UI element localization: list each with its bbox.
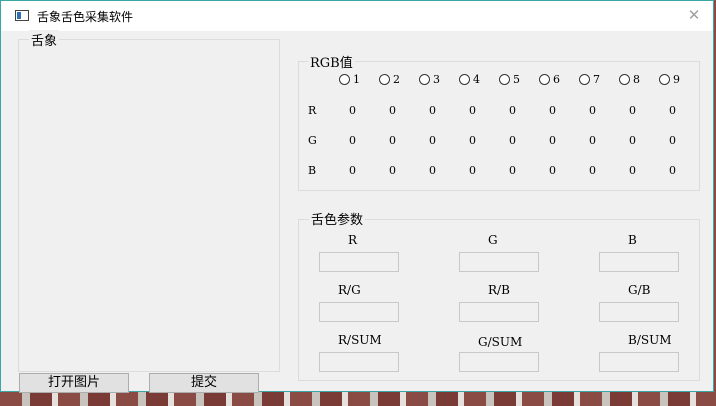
sample-radio-1[interactable]: 1 bbox=[339, 73, 360, 86]
desktop-background bbox=[0, 392, 716, 406]
rgb-value-b-5: 0 bbox=[509, 164, 516, 177]
rgb-group-title: RGB值 bbox=[308, 52, 355, 71]
rgb-row-label-g: G bbox=[308, 134, 317, 147]
title-bar[interactable]: 舌象舌色采集软件 ✕ bbox=[1, 1, 713, 31]
param-label-r: R bbox=[348, 233, 358, 247]
rgb-value-g-6: 0 bbox=[549, 134, 556, 147]
tongue-group-title: 舌象 bbox=[29, 30, 60, 49]
rgb-row-label-b: B bbox=[308, 164, 317, 177]
sample-radio-6[interactable]: 6 bbox=[539, 73, 560, 86]
param-label-g: G bbox=[488, 233, 498, 247]
sample-radio-4[interactable]: 4 bbox=[459, 73, 480, 86]
params-group-title: 舌色参数 bbox=[309, 209, 366, 228]
rgb-value-g-3: 0 bbox=[429, 134, 436, 147]
radio-circle-icon bbox=[419, 74, 430, 85]
rgb-value-r-4: 0 bbox=[469, 104, 476, 117]
window-title: 舌象舌色采集软件 bbox=[37, 10, 134, 24]
app-window-icon bbox=[15, 10, 29, 21]
rgb-value-b-7: 0 bbox=[589, 164, 596, 177]
param-label-r-b: R/B bbox=[488, 283, 510, 297]
rgb-value-g-7: 0 bbox=[589, 134, 596, 147]
rgb-value-r-8: 0 bbox=[629, 104, 636, 117]
param-field-b-sum[interactable] bbox=[599, 352, 679, 372]
param-label-g-sum: G/SUM bbox=[478, 335, 523, 349]
radio-label: 4 bbox=[473, 73, 480, 86]
sample-radio-7[interactable]: 7 bbox=[579, 73, 600, 86]
sample-radio-3[interactable]: 3 bbox=[419, 73, 440, 86]
param-field-g[interactable] bbox=[459, 252, 539, 272]
rgb-value-r-1: 0 bbox=[349, 104, 356, 117]
sample-radio-9[interactable]: 9 bbox=[659, 73, 680, 86]
radio-label: 8 bbox=[633, 73, 640, 86]
rgb-value-b-4: 0 bbox=[469, 164, 476, 177]
param-field-r[interactable] bbox=[319, 252, 399, 272]
param-field-b[interactable] bbox=[599, 252, 679, 272]
rgb-value-b-9: 0 bbox=[669, 164, 676, 177]
radio-label: 2 bbox=[393, 73, 400, 86]
param-field-r-sum[interactable] bbox=[319, 352, 399, 372]
param-field-r-g[interactable] bbox=[319, 302, 399, 322]
rgb-value-g-5: 0 bbox=[509, 134, 516, 147]
rgb-value-g-8: 0 bbox=[629, 134, 636, 147]
param-field-g-b[interactable] bbox=[599, 302, 679, 322]
param-label-r-g: R/G bbox=[338, 283, 361, 297]
radio-circle-icon bbox=[459, 74, 470, 85]
rgb-value-g-1: 0 bbox=[349, 134, 356, 147]
submit-button[interactable]: 提交 bbox=[149, 373, 259, 393]
rgb-value-b-1: 0 bbox=[349, 164, 356, 177]
radio-label: 9 bbox=[673, 73, 680, 86]
sample-radio-8[interactable]: 8 bbox=[619, 73, 640, 86]
rgb-value-r-3: 0 bbox=[429, 104, 436, 117]
rgb-value-g-9: 0 bbox=[669, 134, 676, 147]
rgb-value-r-5: 0 bbox=[509, 104, 516, 117]
rgb-value-r-7: 0 bbox=[589, 104, 596, 117]
open-image-button[interactable]: 打开图片 bbox=[19, 373, 129, 393]
sample-radio-5[interactable]: 5 bbox=[499, 73, 520, 86]
close-icon[interactable]: ✕ bbox=[685, 6, 703, 24]
rgb-value-b-2: 0 bbox=[389, 164, 396, 177]
radio-circle-icon bbox=[659, 74, 670, 85]
param-label-b-sum: B/SUM bbox=[628, 333, 672, 347]
rgb-value-b-8: 0 bbox=[629, 164, 636, 177]
rgb-value-r-9: 0 bbox=[669, 104, 676, 117]
sample-radio-2[interactable]: 2 bbox=[379, 73, 400, 86]
rgb-value-r-2: 0 bbox=[389, 104, 396, 117]
param-label-g-b: G/B bbox=[628, 283, 651, 297]
radio-label: 5 bbox=[513, 73, 520, 86]
rgb-value-g-2: 0 bbox=[389, 134, 396, 147]
radio-circle-icon bbox=[539, 74, 550, 85]
radio-circle-icon bbox=[579, 74, 590, 85]
radio-label: 6 bbox=[553, 73, 560, 86]
param-field-g-sum[interactable] bbox=[459, 352, 539, 372]
tongue-image-group bbox=[18, 39, 280, 372]
rgb-value-r-6: 0 bbox=[549, 104, 556, 117]
param-label-r-sum: R/SUM bbox=[338, 333, 382, 347]
radio-circle-icon bbox=[379, 74, 390, 85]
param-field-r-b[interactable] bbox=[459, 302, 539, 322]
param-label-b: B bbox=[628, 233, 637, 247]
rgb-value-b-6: 0 bbox=[549, 164, 556, 177]
rgb-value-b-3: 0 bbox=[429, 164, 436, 177]
radio-label: 3 bbox=[433, 73, 440, 86]
rgb-row-label-r: R bbox=[308, 104, 317, 117]
radio-label: 7 bbox=[593, 73, 600, 86]
app-window: 舌象舌色采集软件 ✕ 舌象 打开图片 提交 RGB值 1 2 3 4 5 6 7 8 9 R 0 0… bbox=[0, 0, 714, 393]
radio-circle-icon bbox=[499, 74, 510, 85]
radio-circle-icon bbox=[339, 74, 350, 85]
radio-circle-icon bbox=[619, 74, 630, 85]
rgb-value-g-4: 0 bbox=[469, 134, 476, 147]
radio-label: 1 bbox=[353, 73, 360, 86]
